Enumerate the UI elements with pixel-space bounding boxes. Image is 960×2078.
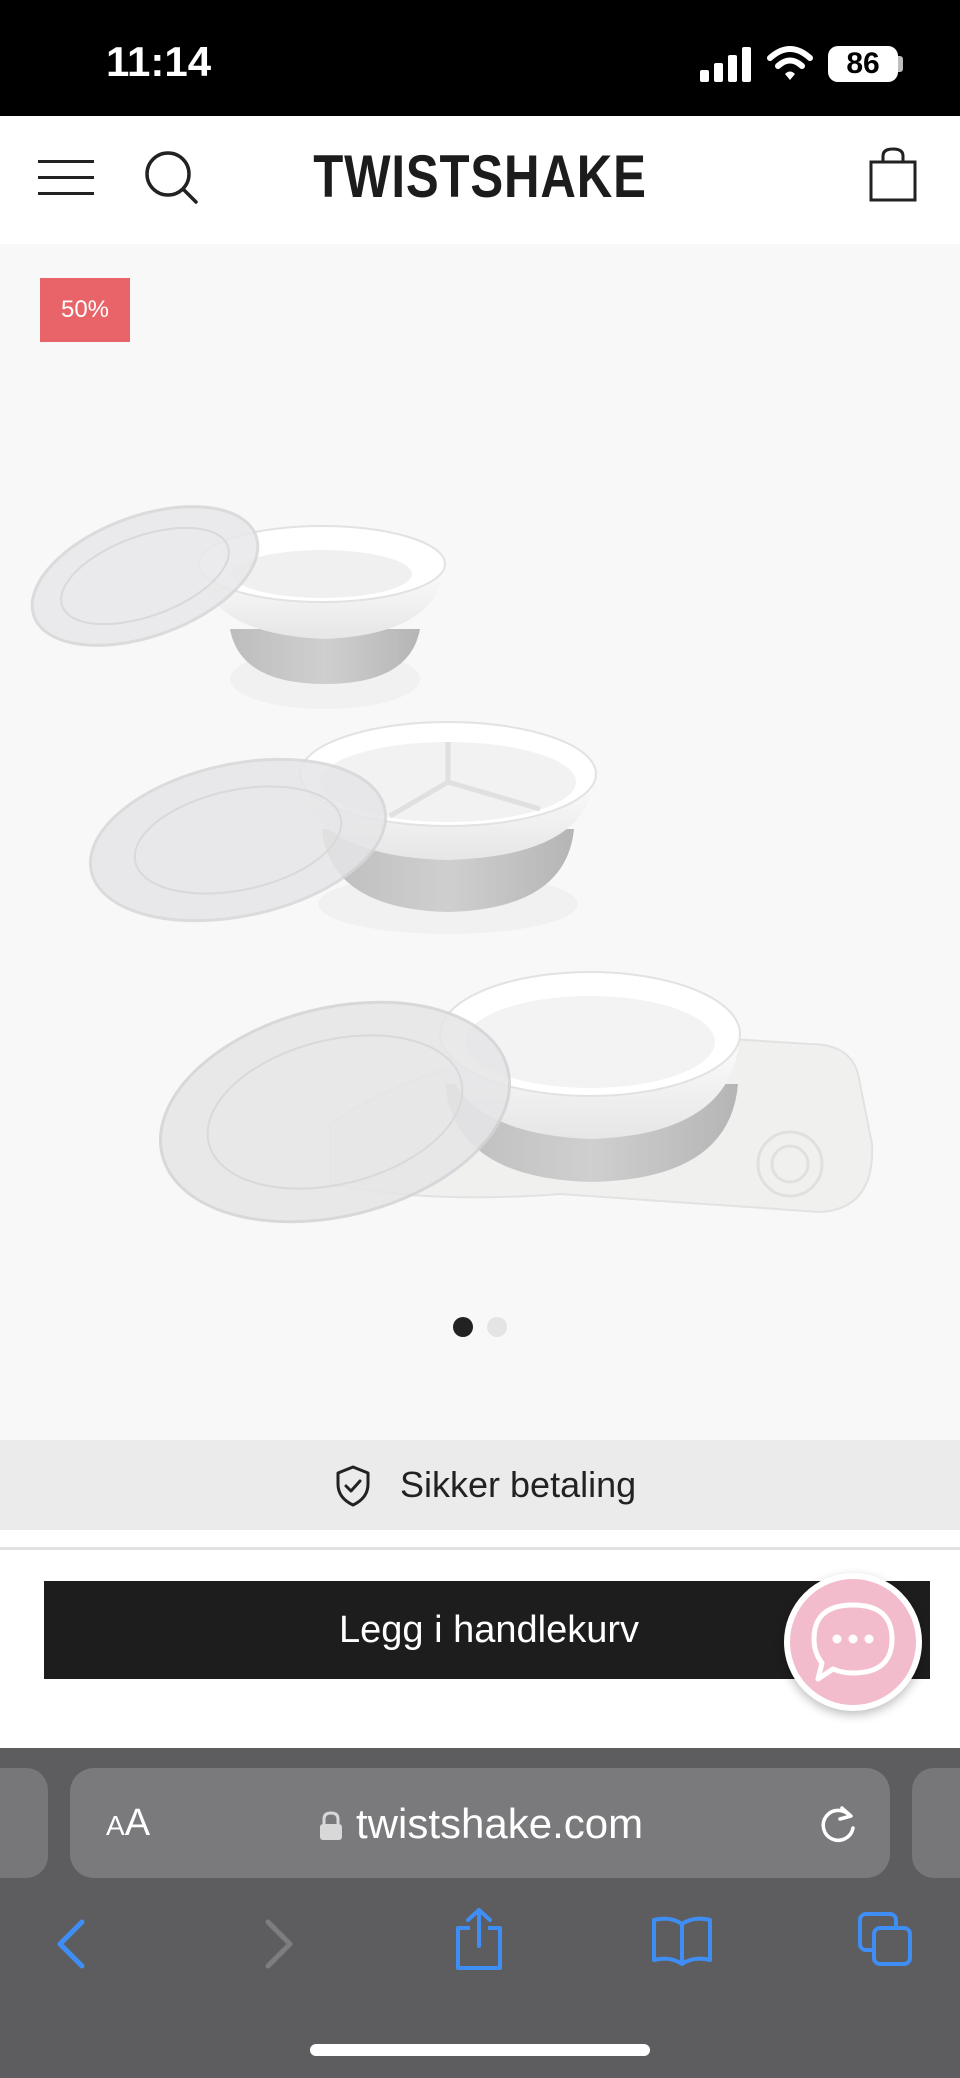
brand-logo[interactable]: TWISTSHAKE — [86, 142, 873, 211]
previous-tab-preview[interactable] — [0, 1768, 48, 1878]
chat-button[interactable] — [784, 1573, 922, 1711]
product-image — [30, 505, 874, 1224]
browser-toolbar: AA twistshake.com — [0, 1748, 960, 2078]
status-time: 11:14 — [106, 38, 212, 85]
shield-check-icon — [336, 1465, 370, 1507]
image-dot-active[interactable] — [453, 1317, 473, 1337]
product-gallery[interactable]: 50% — [0, 244, 960, 1440]
tabs-icon[interactable] — [856, 1910, 916, 1970]
secure-payment-strip: Sikker betaling — [0, 1440, 960, 1530]
home-indicator — [310, 2044, 650, 2056]
chat-icon — [811, 1602, 895, 1682]
secure-payment-label: Sikker betaling — [400, 1464, 637, 1505]
back-icon[interactable] — [52, 1916, 92, 1972]
wifi-icon — [767, 46, 813, 80]
cart-icon[interactable] — [868, 146, 918, 204]
text-size-button[interactable]: AA — [106, 1802, 150, 1845]
forward-icon[interactable] — [258, 1916, 298, 1972]
lock-icon — [320, 1811, 342, 1840]
url-text: twistshake.com — [356, 1800, 644, 1847]
battery-tip — [898, 56, 903, 72]
reload-icon[interactable] — [816, 1802, 860, 1846]
address-bar[interactable]: AA twistshake.com — [70, 1768, 890, 1878]
site-header: TWISTSHAKE — [0, 116, 960, 244]
status-bar: 11:14 86 — [0, 0, 960, 116]
divider — [0, 1547, 960, 1550]
share-icon[interactable] — [452, 1906, 506, 1972]
signal-icon — [700, 47, 751, 82]
image-dot[interactable] — [487, 1317, 507, 1337]
next-tab-preview[interactable] — [912, 1768, 960, 1878]
battery-icon: 86 — [828, 46, 898, 82]
bookmarks-icon[interactable] — [650, 1914, 714, 1968]
